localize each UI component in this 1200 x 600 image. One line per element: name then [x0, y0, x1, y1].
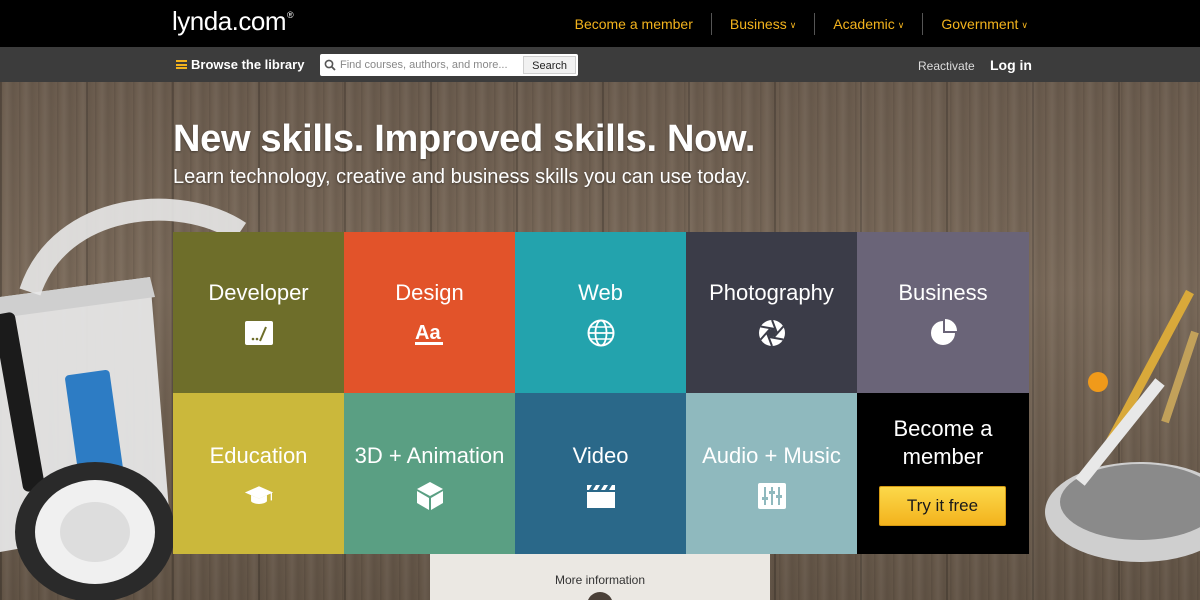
tile-audio-music[interactable]: Audio + Music: [686, 393, 857, 554]
registered-mark: ®: [287, 10, 294, 20]
tile-label: 3D + Animation: [354, 443, 505, 468]
nav-label: Become a member: [574, 16, 693, 32]
chevron-down-icon: ∨: [789, 20, 797, 30]
globe-icon: [586, 318, 616, 348]
tile-education[interactable]: Education: [173, 393, 344, 554]
code-editor-icon: [244, 318, 274, 348]
tile-photography[interactable]: Photography: [686, 232, 857, 393]
aperture-icon: [757, 318, 787, 348]
member-title: Become a member: [893, 416, 993, 469]
tile-label: Developer: [208, 280, 309, 305]
login-link[interactable]: Log in: [990, 57, 1032, 73]
top-bar: lynda.com® Become a member Business ∨ Aca…: [0, 0, 1200, 47]
logo[interactable]: lynda.com®: [172, 6, 294, 37]
browse-label: Browse the library: [191, 57, 305, 72]
graduation-cap-icon: [244, 481, 274, 511]
nav-government[interactable]: Government ∨: [922, 13, 1028, 35]
chevron-down-icon: ∨: [1021, 20, 1028, 30]
logo-text: lynda.com: [172, 6, 287, 36]
nav-label: Government: [941, 16, 1019, 32]
nav-academic[interactable]: Academic ∨: [814, 13, 922, 35]
tile-label: Design: [395, 280, 464, 305]
search-box: Search: [320, 54, 578, 76]
tile-label: Audio + Music: [702, 443, 841, 468]
sub-bar: Browse the library Search Reactivate Log…: [0, 47, 1200, 82]
tile-web[interactable]: Web: [515, 232, 686, 393]
search-button[interactable]: Search: [523, 56, 576, 74]
search-icon: [320, 54, 340, 76]
tile-label: Photography: [709, 280, 834, 305]
become-member-panel: Become a member Try it free: [857, 393, 1029, 554]
tile-developer[interactable]: Developer: [173, 232, 344, 393]
browse-library-button[interactable]: Browse the library: [176, 57, 304, 72]
top-nav: Become a member Business ∨ Academic ∨ Gove…: [557, 13, 1028, 35]
cube-icon: [415, 481, 445, 511]
tile-label: Video: [572, 443, 629, 468]
tile-label: Web: [578, 280, 623, 305]
mixer-sliders-icon: [757, 481, 787, 511]
pie-chart-icon: [928, 318, 958, 348]
nav-label: Business: [729, 16, 787, 32]
reactivate-link[interactable]: Reactivate: [918, 59, 975, 73]
category-grid: Developer Design Aa Web Photography Busi…: [173, 232, 1029, 554]
typography-icon: Aa: [414, 318, 445, 348]
hero-subheadline: Learn technology, creative and business …: [173, 166, 751, 188]
chevron-down-icon: ∨: [897, 20, 905, 30]
nav-label: Academic: [833, 16, 895, 32]
nav-become-member[interactable]: Become a member: [557, 13, 711, 35]
tile-video[interactable]: Video: [515, 393, 686, 554]
hero-headline: New skills. Improved skills. Now.: [173, 118, 756, 160]
tile-label: Education: [209, 443, 308, 468]
tile-design[interactable]: Design Aa: [344, 232, 515, 393]
svg-text:Aa: Aa: [415, 322, 441, 344]
try-it-free-button[interactable]: Try it free: [879, 486, 1006, 526]
more-information-link[interactable]: More information: [0, 573, 1200, 587]
tile-business[interactable]: Business: [857, 232, 1029, 393]
tile-3d-animation[interactable]: 3D + Animation: [344, 393, 515, 554]
clapperboard-icon: [586, 481, 616, 511]
menu-icon: [176, 60, 187, 69]
nav-business[interactable]: Business ∨: [710, 13, 814, 35]
search-input[interactable]: [340, 55, 524, 75]
tile-label: Business: [898, 280, 988, 305]
